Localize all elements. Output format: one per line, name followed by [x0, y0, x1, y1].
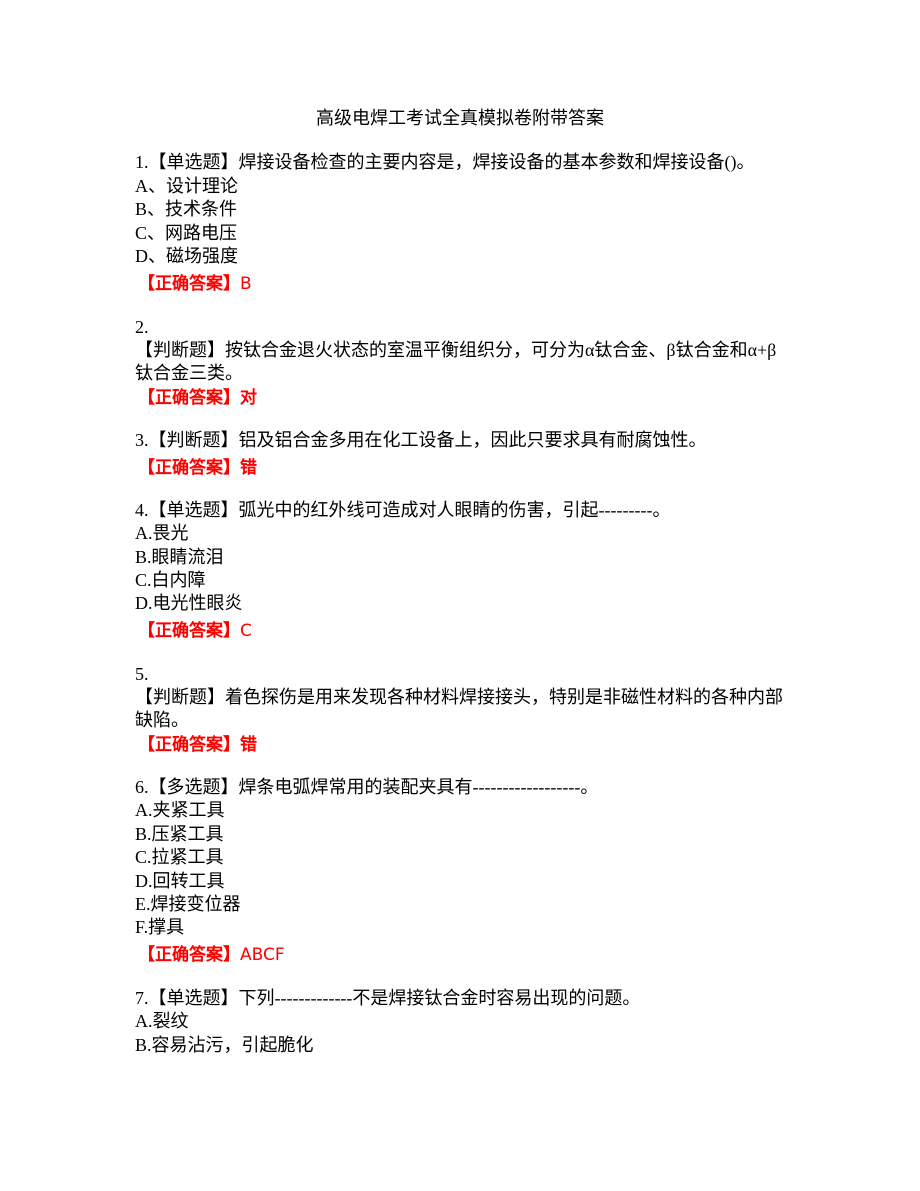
answer-label: 【正确答案】 — [138, 388, 240, 408]
question-6-option-f: F.撑具 — [135, 917, 185, 937]
question-4-option-b: B.眼睛流泪 — [135, 547, 224, 567]
question-4-option-d: D.电光性眼炎 — [135, 593, 243, 613]
question-7-option-b: B.容易沾污，引起脆化 — [135, 1035, 314, 1055]
question-5-number: 5. — [135, 664, 149, 684]
question-5-answer: 【正确答案】错 — [138, 733, 257, 757]
question-1-option-a: A、设计理论 — [135, 176, 238, 196]
answer-label: 【正确答案】 — [138, 621, 240, 641]
answer-label: 【正确答案】 — [138, 735, 240, 755]
question-7-option-a: A.裂纹 — [135, 1011, 189, 1031]
answer-value: B — [240, 274, 252, 294]
question-1-answer: 【正确答案】B — [138, 272, 252, 296]
question-5-stem-line-1: 【判断题】着色探伤是用来发现各种材料焊接接头，特别是非磁性材料的各种内部 — [135, 687, 783, 707]
question-6-stem: 6.【多选题】焊条电弧焊常用的装配夹具有------------------。 — [135, 777, 599, 797]
question-4-option-c: C.白内障 — [135, 570, 206, 590]
answer-value: 对 — [240, 388, 257, 408]
question-4-option-a: A.畏光 — [135, 523, 189, 543]
answer-value: ABCF — [240, 945, 285, 965]
question-1-option-c: C、网路电压 — [135, 223, 238, 243]
question-4-stem: 4.【单选题】弧光中的红外线可造成对人眼睛的伤害，引起---------。 — [135, 500, 671, 520]
question-1-stem: 1.【单选题】焊接设备检查的主要内容是，焊接设备的基本参数和焊接设备()。 — [135, 152, 755, 172]
question-6-option-b: B.压紧工具 — [135, 824, 224, 844]
question-2-stem-line-2: 钛合金三类。 — [135, 363, 243, 383]
question-3-stem: 3.【判断题】铝及铝合金多用在化工设备上，因此只要求具有耐腐蚀性。 — [135, 430, 707, 450]
answer-label: 【正确答案】 — [138, 945, 240, 965]
question-1-option-b: B、技术条件 — [135, 199, 238, 219]
question-6-answer: 【正确答案】ABCF — [138, 943, 285, 967]
question-6-option-e: E.焊接变位器 — [135, 894, 241, 914]
question-6-option-a: A.夹紧工具 — [135, 800, 225, 820]
question-2-stem-line-1: 【判断题】按钛合金退火状态的室温平衡组织分，可分为α钛合金、β钛合金和α+β — [135, 340, 777, 360]
answer-value: 错 — [240, 735, 257, 755]
question-5-stem-line-2: 缺陷。 — [135, 710, 189, 730]
answer-label: 【正确答案】 — [138, 458, 240, 478]
answer-label: 【正确答案】 — [138, 274, 240, 294]
question-1-option-d: D、磁场强度 — [135, 246, 238, 266]
document-title: 高级电焊工考试全真模拟卷附带答案 — [316, 108, 604, 128]
question-6-option-c: C.拉紧工具 — [135, 847, 224, 867]
document-page: 高级电焊工考试全真模拟卷附带答案 1.【单选题】焊接设备检查的主要内容是，焊接设… — [0, 0, 920, 1191]
answer-value: 错 — [240, 458, 257, 478]
question-2-answer: 【正确答案】对 — [138, 386, 257, 410]
question-3-answer: 【正确答案】错 — [138, 456, 257, 480]
question-4-answer: 【正确答案】C — [138, 619, 252, 643]
question-7-stem: 7.【单选题】下列-------------不是焊接钛合金时容易出现的问题。 — [135, 988, 641, 1008]
question-2-number: 2. — [135, 317, 149, 337]
answer-value: C — [240, 621, 252, 641]
question-6-option-d: D.回转工具 — [135, 871, 225, 891]
